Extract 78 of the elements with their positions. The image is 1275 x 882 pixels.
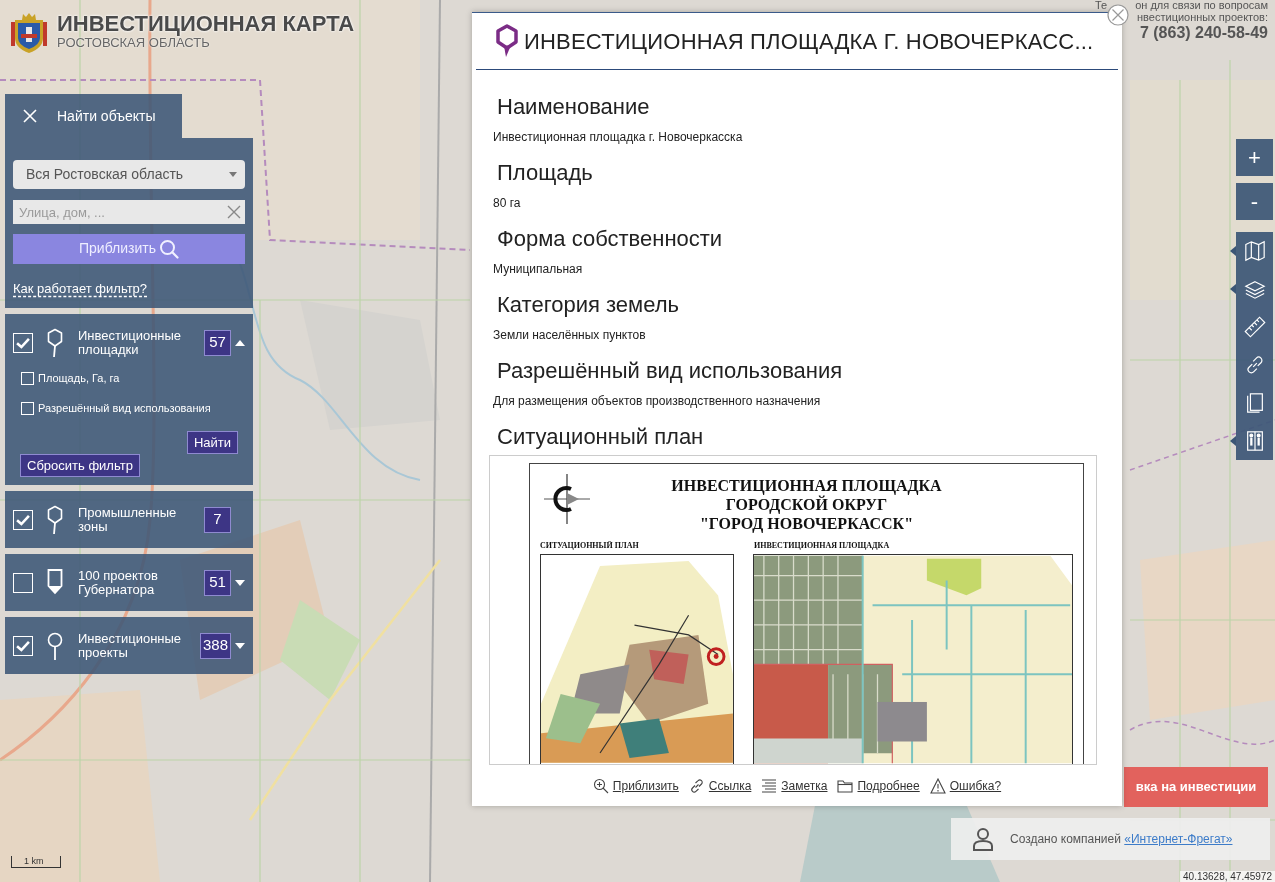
caret-icon[interactable] bbox=[235, 579, 245, 586]
layer-label: Промышленные зоны bbox=[78, 505, 178, 534]
company-link[interactable]: «Интернет-Фрегат» bbox=[1124, 832, 1233, 846]
field-heading: Ситуационный план bbox=[497, 423, 705, 451]
contact-label: он для связи по вопросам bbox=[1135, 0, 1268, 11]
plan-title: ГОРОДСКОЙ ОКРУГ bbox=[725, 495, 889, 514]
phone-number: 7 (863) 240-58-49 bbox=[1139, 23, 1268, 43]
action-link[interactable]: Приблизить bbox=[612, 776, 679, 795]
action-link[interactable]: Ошибка? bbox=[949, 776, 1002, 795]
zoom-out-button[interactable]: - bbox=[1236, 183, 1273, 220]
contact-label: нвестиционных проектов: bbox=[1137, 11, 1268, 23]
action-link[interactable]: Заметка bbox=[781, 776, 828, 795]
field-value: Земли населённых пунктов bbox=[493, 327, 647, 343]
marker-icon bbox=[47, 504, 63, 535]
panel-title: Найти объекты bbox=[57, 106, 156, 126]
scale-bar: 1 km bbox=[11, 856, 61, 868]
help-link[interactable]: Как работает фильтр? bbox=[13, 278, 148, 298]
count-badge: 388 bbox=[199, 632, 231, 659]
layer-checkbox[interactable] bbox=[13, 509, 33, 530]
folder-icon bbox=[837, 777, 854, 794]
warning-icon bbox=[929, 777, 946, 794]
layer-checkbox[interactable] bbox=[13, 572, 33, 593]
site-title: ИНВЕСТИЦИОННАЯ КАРТА bbox=[57, 12, 355, 36]
plan-caption: СИТУАЦИОННЫЙ ПЛАН bbox=[540, 541, 640, 551]
emblem-icon bbox=[10, 12, 48, 54]
field-value: 80 га bbox=[493, 195, 522, 211]
contact-label: Те bbox=[1095, 0, 1108, 11]
zoom-in-button[interactable]: + bbox=[1236, 139, 1273, 176]
field-value: Муниципальная bbox=[493, 261, 584, 277]
layer-label: Инвестиционные площадки bbox=[78, 328, 183, 357]
close-icon[interactable] bbox=[1107, 4, 1129, 26]
filter-checkbox[interactable] bbox=[21, 371, 34, 385]
site-subtitle: РОСТОВСКАЯ ОБЛАСТЬ bbox=[57, 36, 210, 50]
map-icon bbox=[1243, 240, 1266, 262]
marker-icon bbox=[47, 327, 63, 358]
lines-icon bbox=[761, 777, 778, 794]
count-badge: 57 bbox=[204, 329, 231, 356]
marker-icon bbox=[47, 630, 63, 661]
select-value: Вся Ростовская область bbox=[26, 165, 184, 185]
person-icon bbox=[972, 827, 994, 851]
link-icon bbox=[688, 777, 705, 794]
region-select[interactable]: Вся Ростовская область bbox=[13, 160, 245, 190]
layers-icon bbox=[1243, 278, 1266, 300]
layer-checkbox[interactable] bbox=[13, 332, 33, 353]
plan-title: "ГОРОД НОВОЧЕРКАССК" bbox=[698, 514, 915, 533]
ruler-icon bbox=[1243, 316, 1266, 338]
field-heading: Наименование bbox=[497, 93, 651, 121]
action-link[interactable]: Подробнее bbox=[857, 776, 920, 795]
caret-icon[interactable] bbox=[235, 642, 245, 649]
field-value: Инвестиционная площадка г. Новочеркасска bbox=[493, 129, 744, 145]
filter-label: Разрешённый вид использования bbox=[38, 400, 211, 416]
count-badge: 7 bbox=[204, 506, 231, 533]
filter-label: Площадь, Га, га bbox=[38, 370, 120, 386]
plan-title: ИНВЕСТИЦИОННАЯ ПЛОЩАДКА bbox=[670, 476, 943, 495]
layer-label: Инвестиционные проекты bbox=[78, 631, 183, 660]
find-button[interactable]: Найти bbox=[186, 431, 238, 454]
clear-icon[interactable] bbox=[227, 205, 241, 220]
plan-caption: ИНВЕСТИЦИОННАЯ ПЛОЩАДКА bbox=[754, 541, 890, 551]
address-field[interactable]: Улица, дом, ... bbox=[13, 200, 245, 225]
credit-text: Создано компанией «Интернет-Фрегат» bbox=[1010, 831, 1233, 848]
field-heading: Разрешённый вид использования bbox=[497, 357, 844, 385]
caret-icon[interactable] bbox=[235, 339, 245, 346]
layer-label: 100 проектов Губернатора bbox=[78, 568, 159, 597]
zoom-in-icon bbox=[592, 777, 609, 794]
field-heading: Категория земель bbox=[497, 291, 680, 319]
field-value: Для размещения объектов производственного назначения bbox=[493, 393, 822, 409]
coordinates-text: 40.13628, 47.45972 bbox=[1180, 871, 1275, 882]
layer-checkbox[interactable] bbox=[13, 635, 33, 656]
search-icon bbox=[159, 238, 179, 259]
action-link[interactable]: Ссылка bbox=[708, 776, 752, 795]
filter-checkbox[interactable] bbox=[21, 401, 34, 415]
field-heading: Площадь bbox=[497, 159, 594, 187]
window-title: ИНВЕСТИЦИОННАЯ ПЛОЩАДКА Г. НОВОЧЕРКАСС... bbox=[524, 27, 1094, 56]
field-heading: Форма собственности bbox=[497, 225, 724, 253]
reset-filter-button[interactable]: Сбросить фильтр bbox=[20, 454, 140, 477]
caret-icon bbox=[229, 172, 237, 178]
pin-icon bbox=[496, 24, 518, 58]
count-badge: 51 bbox=[204, 569, 231, 596]
